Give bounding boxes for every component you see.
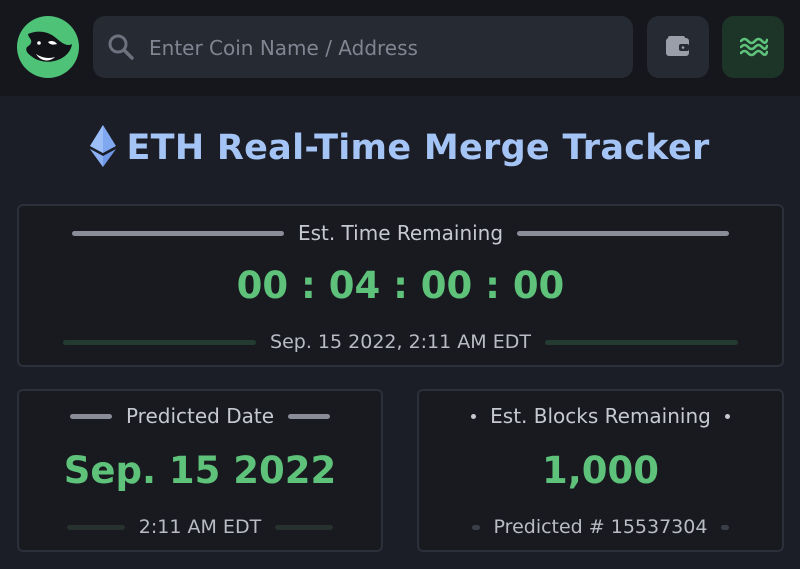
predicted-date-value: Sep. 15 2022	[63, 449, 337, 492]
divider-dot	[721, 524, 730, 530]
predicted-date-card: Predicted Date Sep. 15 2022 2:11 AM EDT	[17, 389, 383, 552]
divider-line	[288, 413, 331, 419]
predicted-block-number: Predicted # 15537304	[493, 516, 708, 538]
search-icon	[107, 33, 135, 61]
page-title: ETH Real-Time Merge Tracker	[0, 122, 800, 174]
divider-line	[275, 524, 334, 530]
divider-line	[71, 230, 284, 236]
search-bar	[93, 16, 633, 80]
predicted-date-label: Predicted Date	[125, 404, 275, 428]
top-bar	[0, 0, 800, 96]
countdown-label: Est. Time Remaining	[297, 221, 504, 245]
predicted-time: 2:11 AM EDT	[138, 516, 262, 538]
divider-line	[517, 230, 730, 236]
divider-line	[66, 524, 125, 530]
wallet-button[interactable]	[647, 16, 709, 78]
divider-line	[69, 413, 112, 419]
divider-dot	[724, 413, 730, 419]
countdown-card: Est. Time Remaining 00 : 04 : 00 : 00 Se…	[17, 204, 784, 367]
orca-logo[interactable]	[17, 16, 79, 78]
divider-line	[63, 339, 257, 345]
menu-button[interactable]	[722, 16, 784, 78]
page-title-text: ETH Real-Time Merge Tracker	[126, 128, 710, 168]
divider-dot	[471, 413, 477, 419]
divider-dot	[471, 524, 480, 530]
divider-line	[544, 339, 738, 345]
blocks-remaining-card: Est. Blocks Remaining 1,000 Predicted # …	[417, 389, 784, 552]
countdown-date: Sep. 15 2022, 2:11 AM EDT	[270, 331, 531, 353]
blocks-remaining-value: 1,000	[541, 449, 660, 492]
countdown-value: 00 : 04 : 00 : 00	[236, 264, 565, 307]
blocks-remaining-label: Est. Blocks Remaining	[490, 404, 711, 428]
search-input[interactable]	[147, 16, 621, 80]
ethereum-icon	[90, 125, 117, 171]
